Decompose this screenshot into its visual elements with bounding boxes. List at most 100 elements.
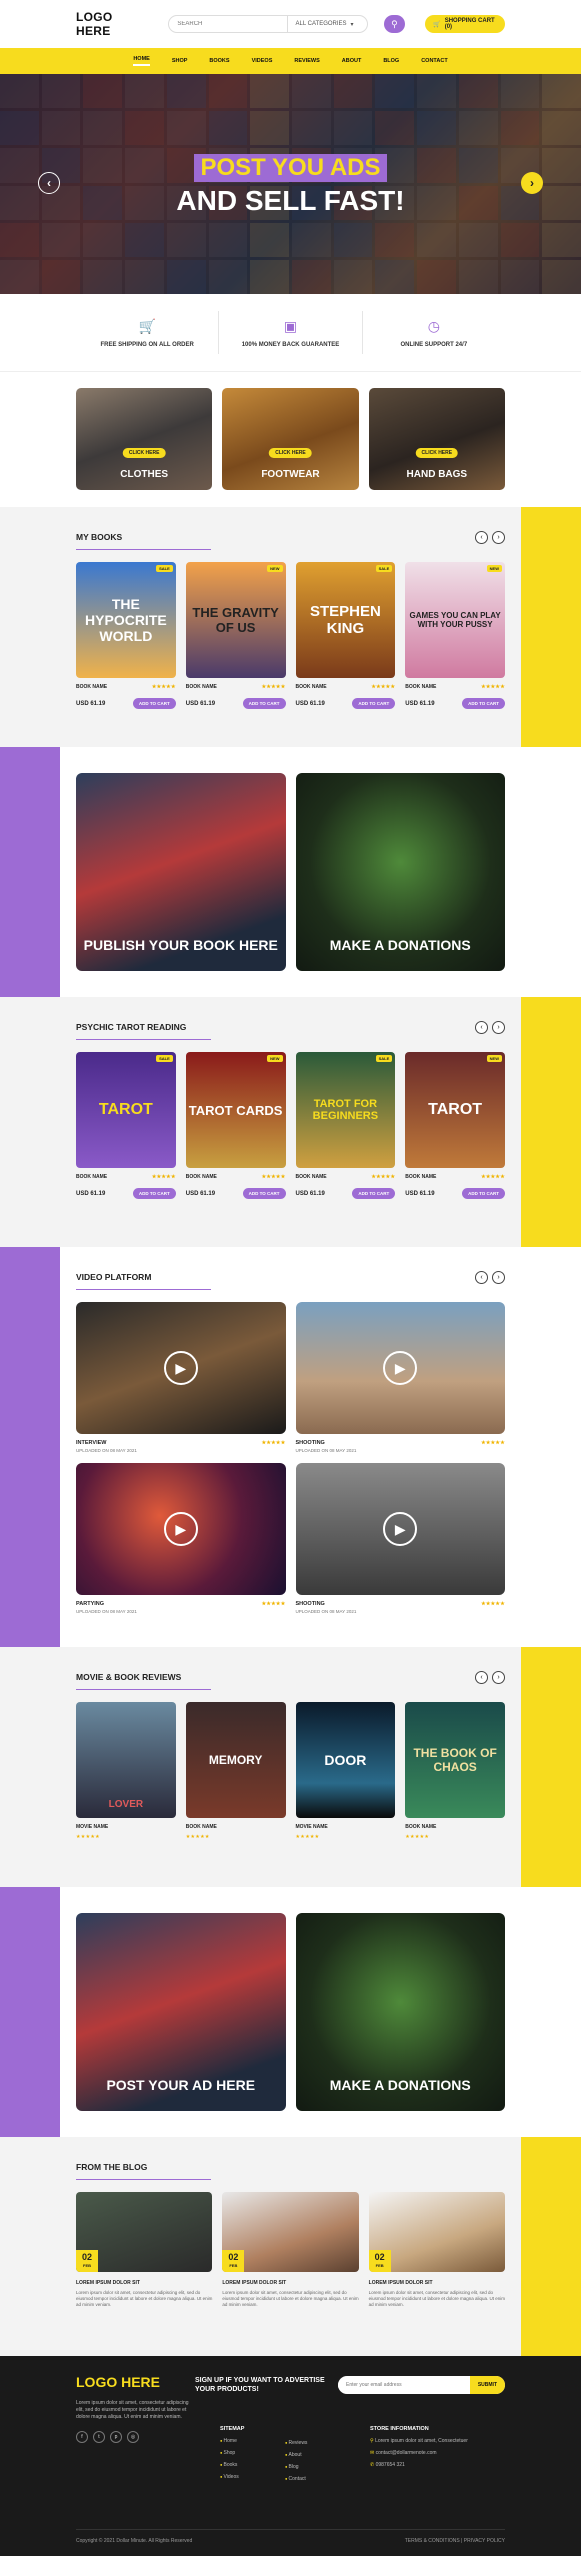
blog-card[interactable]: 02 FEB LOREM IPSUM DOLOR SIT Lorem ipsum … [76,2192,213,2308]
prev-button[interactable]: ‹ [475,1270,488,1284]
add-to-cart-button[interactable]: ADD TO CART [132,698,176,709]
book-card[interactable]: THE HYPOCRITE WORLD SALE BOOK NAME ★★★★★ U… [76,562,176,709]
book-card[interactable]: TAROT NEW BOOK NAME ★★★★★ USD 61.19 ADD TO … [405,1052,505,1199]
store-phone[interactable]: 0987654 321 [376,2462,405,2468]
next-button[interactable]: › [492,1270,505,1284]
review-cover[interactable]: DOOR [295,1702,396,1818]
nav-books[interactable]: BOOKS [209,58,229,64]
sitemap-link[interactable]: Reviews [285,2440,308,2446]
nav-contact[interactable]: CONTACT [421,58,447,64]
prev-button[interactable]: ‹ [475,530,488,544]
sitemap-link[interactable]: Home [220,2438,244,2444]
play-icon[interactable]: ▶ [163,1351,198,1385]
book-cover[interactable]: THE HYPOCRITE WORLD SALE [76,562,176,678]
sitemap-link[interactable]: Contact [285,2476,307,2482]
video-card[interactable]: ▶ SHOOTING ★★★★★ UPLOADED ON 08 MAY 2021 [295,1302,505,1453]
next-button[interactable]: › [492,530,505,544]
video-card[interactable]: ▶ INTERVIEW ★★★★★ UPLOADED ON 08 MAY 2021 [76,1302,286,1453]
nav-videos[interactable]: VIDEOS [252,58,273,64]
facebook-icon[interactable]: f [76,2431,88,2443]
category-handbags[interactable]: CLICK HERE HAND BAGS [368,388,505,490]
store-email[interactable]: contact@dollarmenote.com [376,2450,437,2456]
sitemap-link[interactable]: About [285,2452,307,2458]
sitemap-link[interactable]: Videos [220,2474,244,2480]
prev-button[interactable]: ‹ [475,1020,488,1034]
sitemap-link[interactable]: Books [220,2462,244,2468]
review-card[interactable]: LOVER MOVIE NAME ★★★★★ [76,1702,176,1840]
add-to-cart-button[interactable]: ADD TO CART [132,1188,176,1199]
add-to-cart-button[interactable]: ADD TO CART [242,698,286,709]
post-ad-card[interactable]: POST YOUR AD HERE [76,1913,286,2111]
add-to-cart-button[interactable]: ADD TO CART [352,1188,396,1199]
play-icon[interactable]: ▶ [163,1512,198,1546]
book-card[interactable]: TAROT FOR BEGINNERS SALE BOOK NAME ★★★★★ U… [295,1052,396,1199]
video-thumbnail[interactable]: ▶ [76,1463,286,1595]
click-here-badge[interactable]: CLICK HERE [122,448,166,458]
search-button[interactable]: ⚲ [383,15,406,33]
instagram-icon[interactable]: ◎ [127,2431,139,2443]
book-card[interactable]: GAMES YOU CAN PLAY WITH YOUR PUSSY NEW BO… [405,562,505,709]
category-select[interactable]: ALL CATEGORIES ▾ [286,16,367,32]
blog-title[interactable]: LOREM IPSUM DOLOR SIT [76,2280,212,2286]
add-to-cart-button[interactable]: ADD TO CART [462,698,505,709]
nav-reviews[interactable]: REVIEWS [294,58,319,64]
review-card[interactable]: THE BOOK OF CHAOS BOOK NAME ★★★★★ [405,1702,505,1840]
review-card[interactable]: DOOR MOVIE NAME ★★★★★ [295,1702,396,1840]
publish-book-card[interactable]: PUBLISH YOUR BOOK HERE [76,773,286,971]
add-to-cart-button[interactable]: ADD TO CART [462,1188,505,1199]
pinterest-icon[interactable]: p [110,2431,122,2443]
next-button[interactable]: › [492,1020,505,1034]
add-to-cart-button[interactable]: ADD TO CART [242,1188,286,1199]
nav-blog[interactable]: BLOG [383,58,399,64]
next-button[interactable]: › [492,1670,505,1684]
book-cover[interactable]: TAROT NEW [405,1052,505,1168]
sitemap-link[interactable]: Blog [285,2464,307,2470]
prev-button[interactable]: ‹ [475,1670,488,1684]
donation-card[interactable]: MAKE A DONATIONS [295,1913,505,2111]
book-card[interactable]: THE GRAVITY OF US NEW BOOK NAME ★★★★★ USD … [185,562,286,709]
sitemap-link[interactable]: Shop [220,2450,244,2456]
book-cover[interactable]: TAROT FOR BEGINNERS SALE [295,1052,396,1168]
review-cover[interactable]: THE BOOK OF CHAOS [405,1702,505,1818]
blog-card[interactable]: 02 FEB LOREM IPSUM DOLOR SIT Lorem ipsum … [368,2192,505,2308]
book-cover[interactable]: TAROT SALE [76,1052,176,1168]
category-footwear[interactable]: CLICK HERE FOOTWEAR [222,388,359,490]
book-card[interactable]: TAROT SALE BOOK NAME ★★★★★ USD 61.19 ADD TO… [76,1052,176,1199]
review-cover[interactable]: LOVER [76,1702,176,1818]
nav-home[interactable]: HOME [133,56,150,66]
video-card[interactable]: ▶ SHOOTING ★★★★★ UPLOADED ON 08 MAY 2021 [295,1463,505,1614]
video-thumbnail[interactable]: ▶ [295,1463,505,1595]
nav-about[interactable]: ABOUT [342,58,362,64]
blog-image[interactable]: 02 FEB [76,2192,213,2272]
search-input[interactable] [169,16,287,32]
blog-title[interactable]: LOREM IPSUM DOLOR SIT [222,2280,358,2286]
review-cover[interactable]: MEMORY [185,1702,286,1818]
video-thumbnail[interactable]: ▶ [76,1302,286,1434]
blog-title[interactable]: LOREM IPSUM DOLOR SIT [369,2280,505,2286]
add-to-cart-button[interactable]: ADD TO CART [352,698,396,709]
shopping-cart-button[interactable]: 🛒 SHOPPING CART (0) [425,15,505,33]
review-card[interactable]: MEMORY BOOK NAME ★★★★★ [185,1702,286,1840]
logo[interactable]: LOGO HERE [76,10,148,38]
category-clothes[interactable]: CLICK HERE CLOTHES [76,388,213,490]
book-cover[interactable]: THE GRAVITY OF US NEW [185,562,286,678]
click-here-badge[interactable]: CLICK HERE [269,448,312,458]
video-card[interactable]: ▶ PARTYING ★★★★★ UPLOADED ON 08 MAY 2021 [76,1463,286,1614]
blog-image[interactable]: 02 FEB [368,2192,505,2272]
donation-card[interactable]: MAKE A DONATIONS [295,773,505,971]
play-icon[interactable]: ▶ [383,1351,418,1385]
email-input[interactable] [338,2382,470,2388]
video-thumbnail[interactable]: ▶ [295,1302,505,1434]
slider-prev-button[interactable]: ‹ [38,172,60,194]
book-cover[interactable]: STEPHEN KING SALE [295,562,396,678]
book-cover[interactable]: GAMES YOU CAN PLAY WITH YOUR PUSSY NEW [405,562,505,678]
play-icon[interactable]: ▶ [383,1512,418,1546]
slider-next-button[interactable]: › [521,172,543,194]
nav-shop[interactable]: SHOP [172,58,188,64]
legal-links[interactable]: TERMS & CONDITIONS | PRIVACY POLICY [405,2538,505,2544]
book-cover[interactable]: TAROT CARDS NEW [185,1052,286,1168]
book-card[interactable]: TAROT CARDS NEW BOOK NAME ★★★★★ USD 61.19 A… [185,1052,286,1199]
blog-card[interactable]: 02 FEB LOREM IPSUM DOLOR SIT Lorem ipsum … [222,2192,359,2308]
click-here-badge[interactable]: CLICK HERE [415,448,459,458]
book-card[interactable]: STEPHEN KING SALE BOOK NAME ★★★★★ USD 61.1… [295,562,396,709]
